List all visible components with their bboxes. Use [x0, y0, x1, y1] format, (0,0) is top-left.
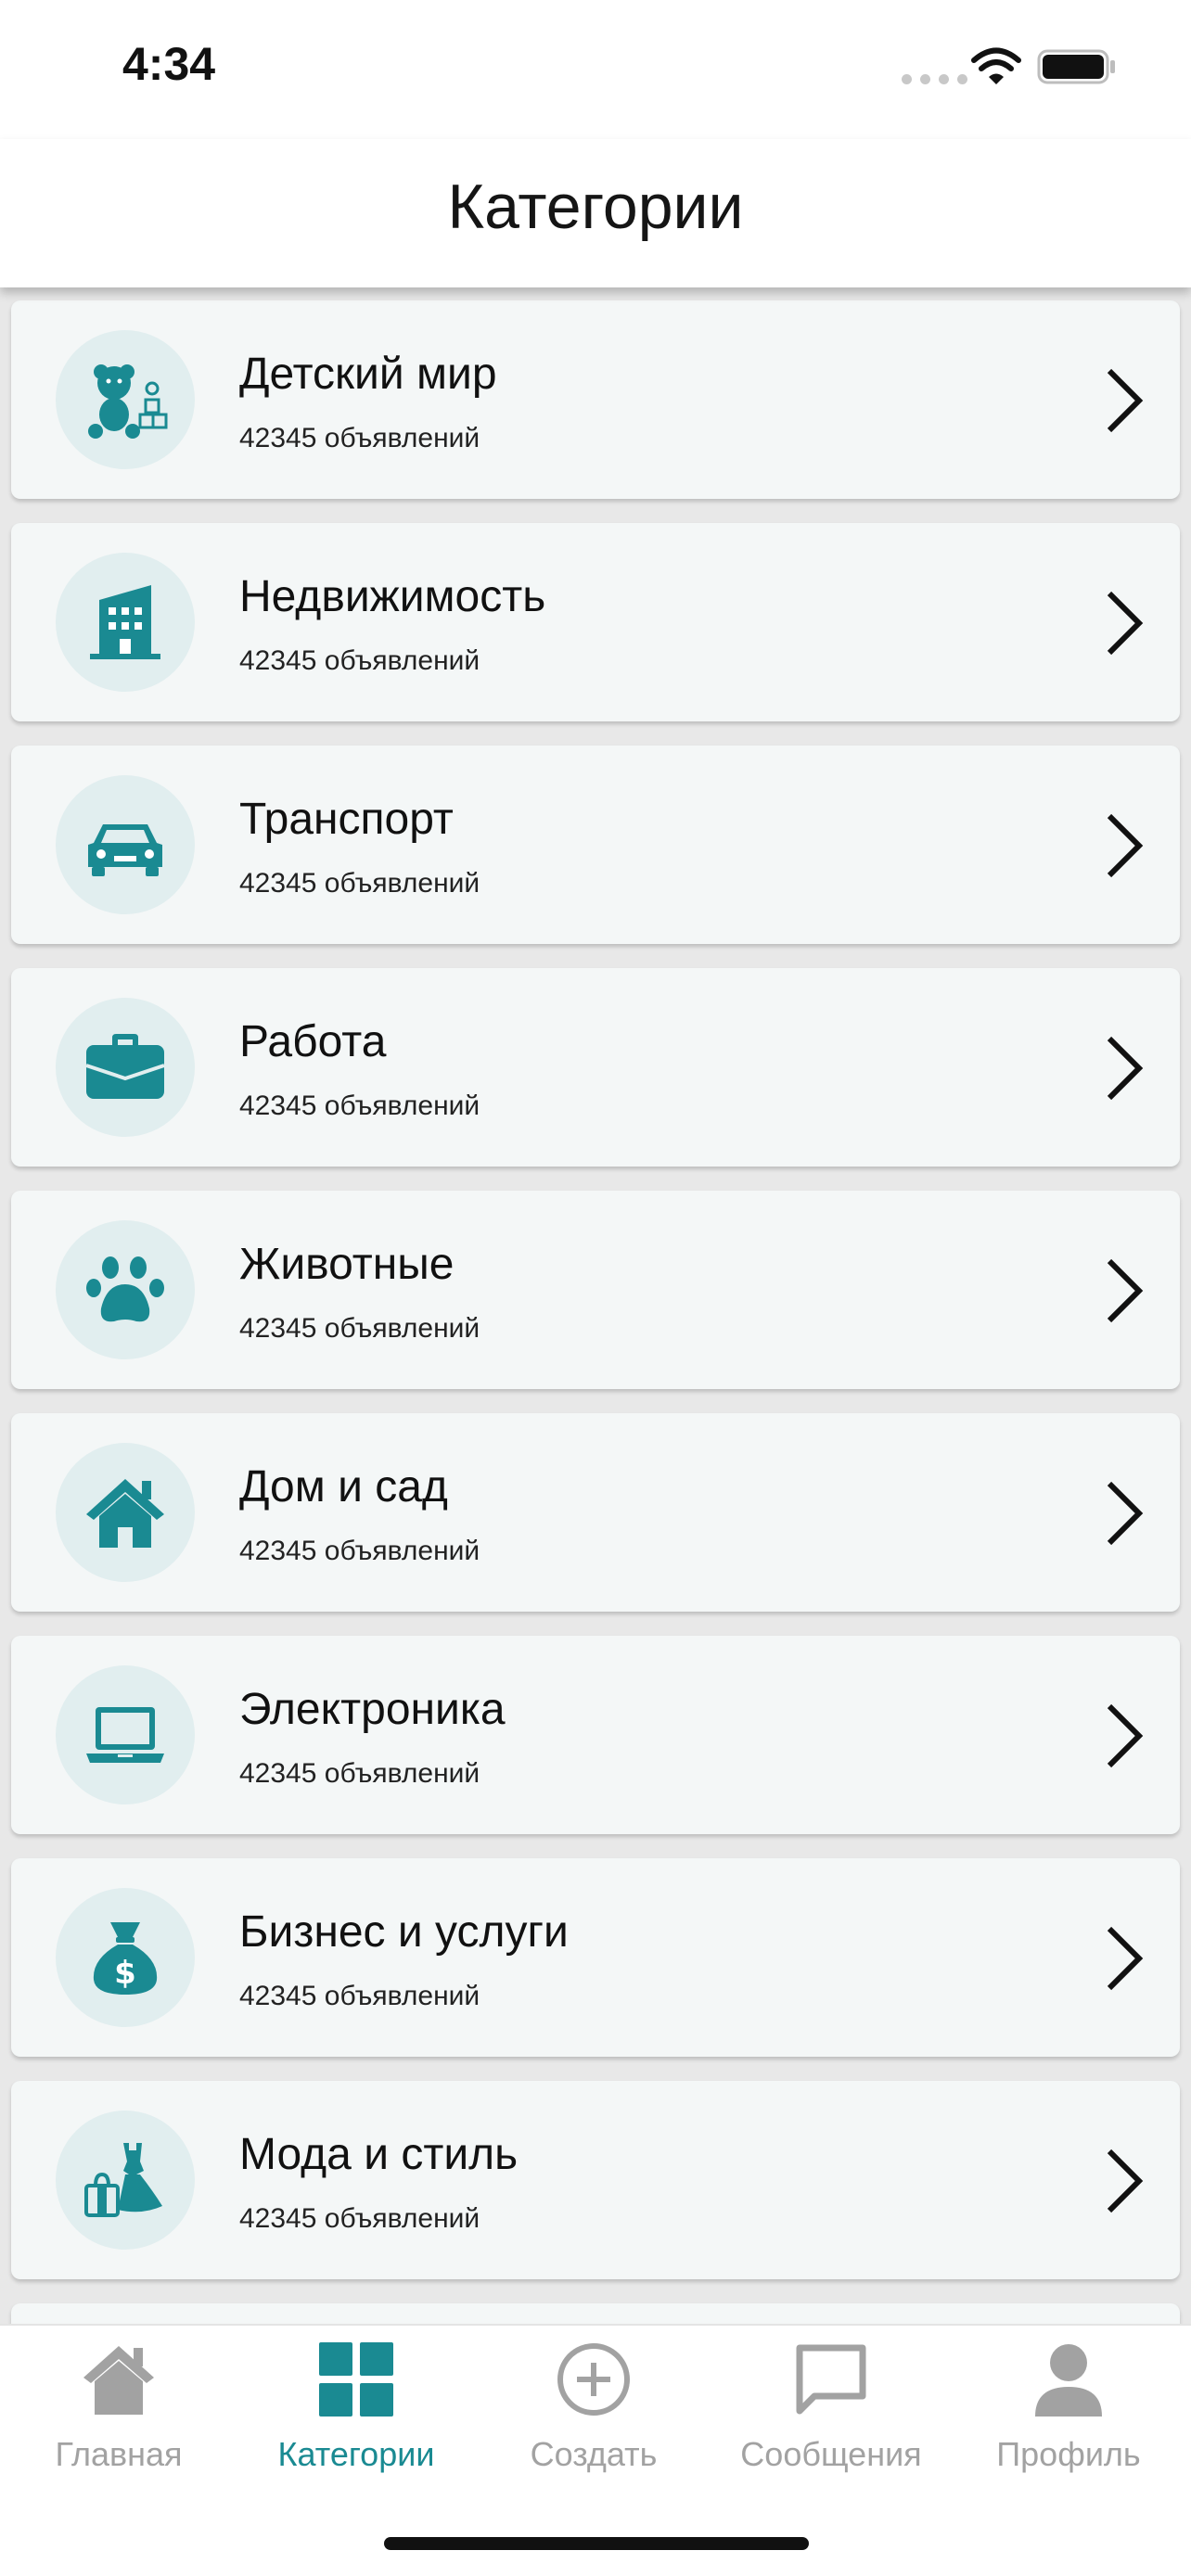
category-card-animals[interactable]: Животные 42345 объявлений	[11, 1191, 1180, 1389]
chevron-right-icon	[1107, 1258, 1144, 1323]
chevron-right-icon	[1107, 2149, 1144, 2213]
chevron-right-icon	[1107, 368, 1144, 433]
status-time: 4:34	[122, 38, 216, 90]
user-icon	[1035, 2344, 1102, 2417]
category-title: Детский мир	[239, 350, 497, 399]
category-count: 42345 объявлений	[239, 1981, 480, 2011]
category-card-real-estate[interactable]: Недвижимость 42345 объявлений	[11, 523, 1180, 721]
category-card-business[interactable]: $ Бизнес и услуги 42345 объявлений	[11, 1858, 1180, 2057]
tab-messages[interactable]: Сообщения	[712, 2340, 950, 2507]
category-count: 42345 объявлений	[239, 645, 480, 676]
wifi-icon	[971, 47, 1021, 84]
chevron-right-icon	[1107, 1703, 1144, 1768]
category-card-work[interactable]: Работа 42345 объявлений	[11, 968, 1180, 1167]
battery-icon	[1037, 49, 1115, 84]
category-card-home-garden[interactable]: Дом и сад 42345 объявлений	[11, 1413, 1180, 1612]
category-count: 42345 объявлений	[239, 1090, 480, 1121]
category-title: Работа	[239, 1017, 387, 1066]
chevron-right-icon	[1107, 1036, 1144, 1101]
category-card-electronics[interactable]: Электроника 42345 объявлений	[11, 1636, 1180, 1834]
tab-home[interactable]: Главная	[0, 2340, 237, 2507]
house-icon	[86, 1479, 164, 1548]
chevron-right-icon	[1107, 591, 1144, 656]
category-count: 42345 объявлений	[239, 868, 480, 899]
home-indicator	[384, 2537, 809, 2550]
category-count: 42345 объявлений	[239, 1313, 480, 1344]
category-title: Бизнес и услуги	[239, 1907, 569, 1957]
status-bar: 4:34	[0, 0, 1191, 139]
tab-label: Сообщения	[740, 2435, 922, 2473]
header: Категории	[0, 139, 1191, 287]
grid-icon	[319, 2342, 393, 2417]
tab-create[interactable]: Создать	[475, 2340, 712, 2507]
category-card-fashion[interactable]: Мода и стиль 42345 объявлений	[11, 2081, 1180, 2279]
category-title: Мода и стиль	[239, 2130, 519, 2179]
category-count: 42345 объявлений	[239, 1536, 480, 1566]
building-icon	[90, 585, 160, 659]
teddy-bear-icon	[88, 364, 168, 439]
home-icon	[83, 2346, 154, 2415]
dress-icon	[84, 2143, 162, 2217]
tab-label: Категории	[277, 2435, 435, 2473]
paw-icon	[86, 1256, 164, 1322]
tab-label: Создать	[530, 2435, 658, 2473]
plus-circle-icon	[557, 2343, 630, 2416]
briefcase-icon	[85, 1034, 165, 1099]
chevron-right-icon	[1107, 1926, 1144, 1991]
category-count: 42345 объявлений	[239, 1758, 480, 1789]
laptop-icon	[86, 1707, 164, 1763]
chat-icon	[796, 2344, 866, 2415]
chevron-right-icon	[1107, 1481, 1144, 1546]
category-title: Транспорт	[239, 795, 454, 844]
category-count: 42345 объявлений	[239, 2203, 480, 2234]
category-card-transport[interactable]: Транспорт 42345 объявлений	[11, 746, 1180, 944]
svg-text:$: $	[114, 1955, 136, 1992]
cellular-signal-icon	[902, 74, 967, 84]
category-card-partial[interactable]	[11, 2303, 1180, 2324]
tab-label: Главная	[55, 2435, 183, 2473]
money-bag-icon: $	[93, 1922, 158, 1995]
car-icon	[88, 824, 162, 876]
category-count: 42345 объявлений	[239, 423, 480, 453]
tab-profile[interactable]: Профиль	[950, 2340, 1187, 2507]
chevron-right-icon	[1107, 813, 1144, 878]
page-title: Категории	[447, 172, 744, 242]
category-title: Недвижимость	[239, 572, 546, 621]
category-list[interactable]: Детский мир 42345 объявлений Недвижимост…	[0, 287, 1191, 2324]
tab-categories[interactable]: Категории	[237, 2340, 475, 2507]
category-card-kids[interactable]: Детский мир 42345 объявлений	[11, 300, 1180, 499]
tab-label: Профиль	[996, 2435, 1141, 2473]
category-title: Животные	[239, 1240, 455, 1289]
category-title: Электроника	[239, 1685, 506, 1734]
category-title: Дом и сад	[239, 1462, 448, 1511]
